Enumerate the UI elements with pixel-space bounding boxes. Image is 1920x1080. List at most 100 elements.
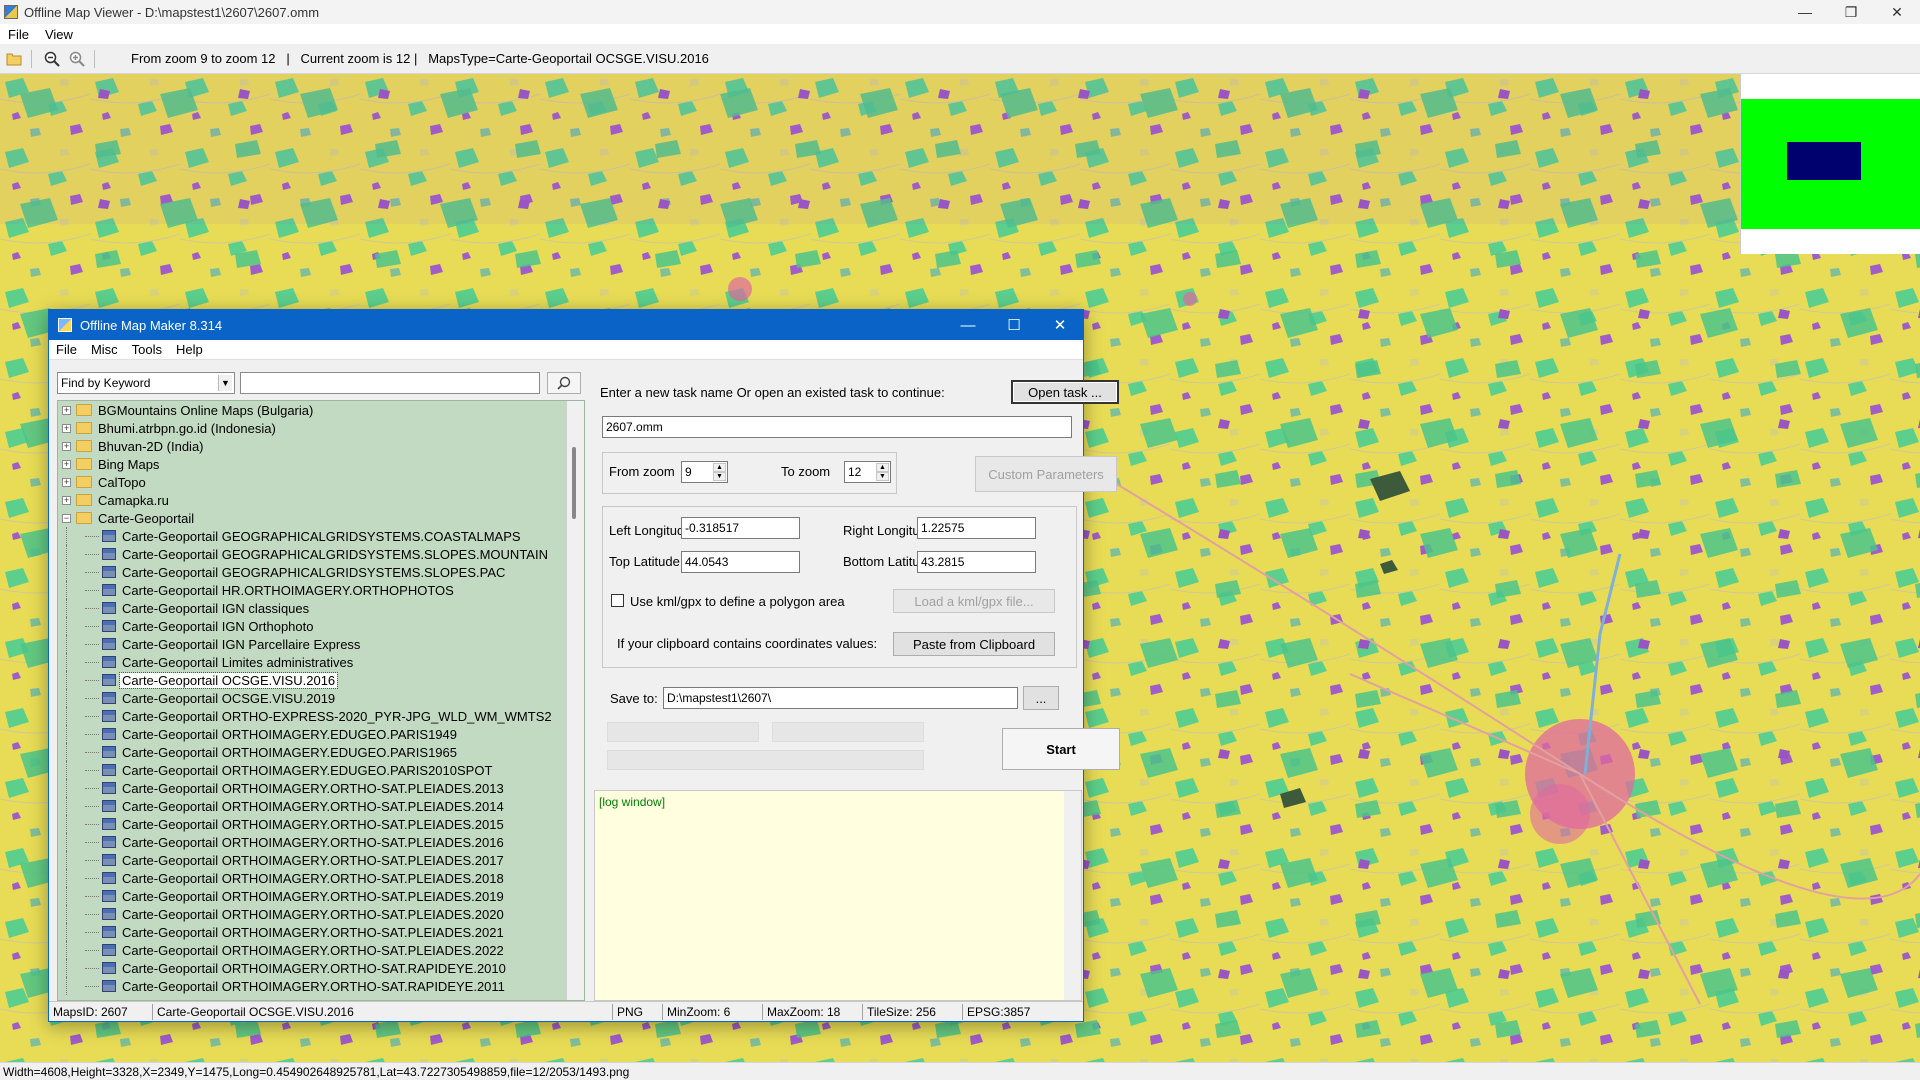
- tree-map-item[interactable]: Carte-Geoportail ORTHOIMAGERY.EDUGEO.PAR…: [58, 725, 584, 743]
- find-mode-select[interactable]: Find by Keyword ▼: [57, 372, 235, 394]
- search-button[interactable]: [547, 372, 581, 394]
- collapse-icon[interactable]: −: [62, 513, 71, 523]
- tree-map-item[interactable]: Carte-Geoportail ORTHOIMAGERY.ORTHO-SAT.…: [58, 869, 584, 887]
- dialog-minimize-button[interactable]: —: [945, 310, 991, 340]
- paste-from-clipboard-button[interactable]: Paste from Clipboard: [893, 632, 1055, 656]
- tree-map-item[interactable]: Carte-Geoportail ORTHO-EXPRESS-2020_PYR-…: [58, 707, 584, 725]
- task-name-input[interactable]: 2607.omm: [602, 416, 1072, 438]
- tree-indent: [58, 599, 102, 617]
- tree-map-item[interactable]: Carte-Geoportail ORTHOIMAGERY.ORTHO-SAT.…: [58, 959, 584, 977]
- left-longitude-input[interactable]: -0.318517: [681, 517, 800, 539]
- top-latitude-input[interactable]: 44.0543: [681, 551, 800, 573]
- tree-map-item[interactable]: Carte-Geoportail Limites administratives: [58, 653, 584, 671]
- close-button[interactable]: ✕: [1874, 0, 1920, 24]
- expand-icon[interactable]: +: [62, 495, 71, 505]
- tree-map-item-label: Carte-Geoportail IGN classiques: [122, 600, 310, 616]
- dialog-close-button[interactable]: ✕: [1037, 310, 1083, 340]
- save-path-input[interactable]: D:\mapstest1\2607\: [663, 687, 1018, 709]
- tree-map-item[interactable]: Carte-Geoportail GEOGRAPHICALGRIDSYSTEMS…: [58, 563, 584, 581]
- map-layer-icon: [102, 944, 116, 956]
- tree-map-item[interactable]: Carte-Geoportail ORTHOIMAGERY.ORTHO-SAT.…: [58, 923, 584, 941]
- log-window[interactable]: [log window]: [594, 790, 1082, 1001]
- tree-map-item[interactable]: Carte-Geoportail OCSGE.VISU.2019: [58, 689, 584, 707]
- tree-map-item[interactable]: Carte-Geoportail GEOGRAPHICALGRIDSYSTEMS…: [58, 545, 584, 563]
- menu-file[interactable]: File: [0, 27, 37, 42]
- tree-map-item[interactable]: Carte-Geoportail ORTHOIMAGERY.ORTHO-SAT.…: [58, 815, 584, 833]
- spin-up-icon[interactable]: ▲: [713, 463, 726, 472]
- map-layer-icon: [102, 674, 116, 686]
- start-button[interactable]: Start: [1002, 728, 1120, 770]
- spin-down-icon[interactable]: ▼: [876, 472, 889, 481]
- custom-parameters-button[interactable]: Custom Parameters: [975, 456, 1117, 492]
- minimize-button[interactable]: —: [1782, 0, 1828, 24]
- tree-map-item[interactable]: Carte-Geoportail IGN classiques: [58, 599, 584, 617]
- tree-map-item[interactable]: Carte-Geoportail ORTHOIMAGERY.ORTHO-SAT.…: [58, 833, 584, 851]
- overview-viewport-box[interactable]: [1787, 142, 1861, 180]
- chevron-down-icon[interactable]: ▼: [218, 375, 232, 391]
- app-icon: [4, 5, 18, 19]
- tree-map-item[interactable]: Carte-Geoportail IGN Orthophoto: [58, 617, 584, 635]
- tree-scroll-thumb[interactable]: [572, 447, 576, 519]
- map-layer-icon: [102, 872, 116, 884]
- browse-button[interactable]: ...: [1023, 686, 1059, 710]
- map-source-tree[interactable]: + BGMountains Online Maps (Bulgaria) + Bhum…: [57, 400, 585, 1001]
- dialog-menu-tools[interactable]: Tools: [125, 342, 169, 357]
- dialog-maximize-button[interactable]: ☐: [991, 310, 1037, 340]
- overview-minimap[interactable]: [1740, 74, 1920, 254]
- tree-folder-label: Bhuvan-2D (India): [98, 438, 204, 454]
- tree-map-item[interactable]: Carte-Geoportail ORTHOIMAGERY.EDUGEO.PAR…: [58, 743, 584, 761]
- tree-indent: [58, 815, 102, 833]
- tree-indent: [58, 527, 102, 545]
- tree-map-item[interactable]: Carte-Geoportail ORTHOIMAGERY.ORTHO-SAT.…: [58, 977, 584, 995]
- dialog-menu-help[interactable]: Help: [169, 342, 210, 357]
- tree-map-item-label: Carte-Geoportail ORTHOIMAGERY.ORTHO-SAT.…: [122, 942, 504, 958]
- load-kml-button[interactable]: Load a kml/gpx file...: [893, 589, 1055, 613]
- tree-map-item-label: Carte-Geoportail HR.ORTHOIMAGERY.ORTHOPH…: [122, 582, 454, 598]
- spin-up-icon[interactable]: ▲: [876, 463, 889, 472]
- tree-map-item[interactable]: Carte-Geoportail ORTHOIMAGERY.EDUGEO.PAR…: [58, 761, 584, 779]
- status-format: PNG: [613, 1003, 663, 1020]
- to-zoom-spinner[interactable]: 12 ▲ ▼: [844, 461, 891, 483]
- tree-map-item[interactable]: Carte-Geoportail ORTHOIMAGERY.ORTHO-SAT.…: [58, 887, 584, 905]
- dialog-menu-file[interactable]: File: [49, 342, 84, 357]
- expand-icon[interactable]: +: [62, 459, 71, 469]
- expand-icon[interactable]: +: [62, 423, 71, 433]
- bottom-latitude-input[interactable]: 43.2815: [917, 551, 1036, 573]
- tree-map-item[interactable]: Carte-Geoportail IGN Parcellaire Express: [58, 635, 584, 653]
- task-prompt-label: Enter a new task name Or open an existed…: [600, 385, 945, 400]
- tree-folder[interactable]: + Bhuvan-2D (India): [58, 437, 584, 455]
- tree-folder[interactable]: + BGMountains Online Maps (Bulgaria): [58, 401, 584, 419]
- tree-folder[interactable]: + CalTopo: [58, 473, 584, 491]
- zoom-in-icon[interactable]: [66, 48, 88, 70]
- open-task-button[interactable]: Open task ...: [1011, 380, 1119, 404]
- tree-scrollbar[interactable]: [566, 401, 584, 1000]
- tree-folder[interactable]: + Camapka.ru: [58, 491, 584, 509]
- tree-map-item[interactable]: Carte-Geoportail GEOGRAPHICALGRIDSYSTEMS…: [58, 527, 584, 545]
- tree-map-item[interactable]: Carte-Geoportail ORTHOIMAGERY.ORTHO-SAT.…: [58, 797, 584, 815]
- tree-folder[interactable]: − Carte-Geoportail: [58, 509, 584, 527]
- tree-map-item[interactable]: Carte-Geoportail ORTHOIMAGERY.ORTHO-SAT.…: [58, 905, 584, 923]
- keyword-search-input[interactable]: [240, 372, 540, 394]
- log-scrollbar[interactable]: [1064, 791, 1081, 1000]
- tree-map-item[interactable]: Carte-Geoportail ORTHOIMAGERY.ORTHO-SAT.…: [58, 779, 584, 797]
- menu-view[interactable]: View: [37, 27, 81, 42]
- tree-folder[interactable]: + Bhumi.atrbpn.go.id (Indonesia): [58, 419, 584, 437]
- right-longitude-input[interactable]: 1.22575: [917, 517, 1036, 539]
- tree-map-item[interactable]: Carte-Geoportail ORTHOIMAGERY.ORTHO-SAT.…: [58, 851, 584, 869]
- restore-button[interactable]: ❐: [1828, 0, 1874, 24]
- from-zoom-spinner[interactable]: 9 ▲ ▼: [681, 461, 728, 483]
- tree-map-item[interactable]: Carte-Geoportail OCSGE.VISU.2016: [58, 671, 584, 689]
- dialog-menu-misc[interactable]: Misc: [84, 342, 125, 357]
- map-layer-icon: [102, 584, 116, 596]
- from-zoom-value: 9: [685, 465, 692, 479]
- expand-icon[interactable]: +: [62, 405, 71, 415]
- tree-map-item[interactable]: Carte-Geoportail ORTHOIMAGERY.ORTHO-SAT.…: [58, 941, 584, 959]
- expand-icon[interactable]: +: [62, 441, 71, 451]
- zoom-out-icon[interactable]: [41, 48, 63, 70]
- spin-down-icon[interactable]: ▼: [713, 472, 726, 481]
- tree-map-item[interactable]: Carte-Geoportail HR.ORTHOIMAGERY.ORTHOPH…: [58, 581, 584, 599]
- use-kml-checkbox[interactable]: [611, 594, 624, 607]
- open-folder-icon[interactable]: [3, 48, 25, 70]
- expand-icon[interactable]: +: [62, 477, 71, 487]
- tree-folder[interactable]: + Bing Maps: [58, 455, 584, 473]
